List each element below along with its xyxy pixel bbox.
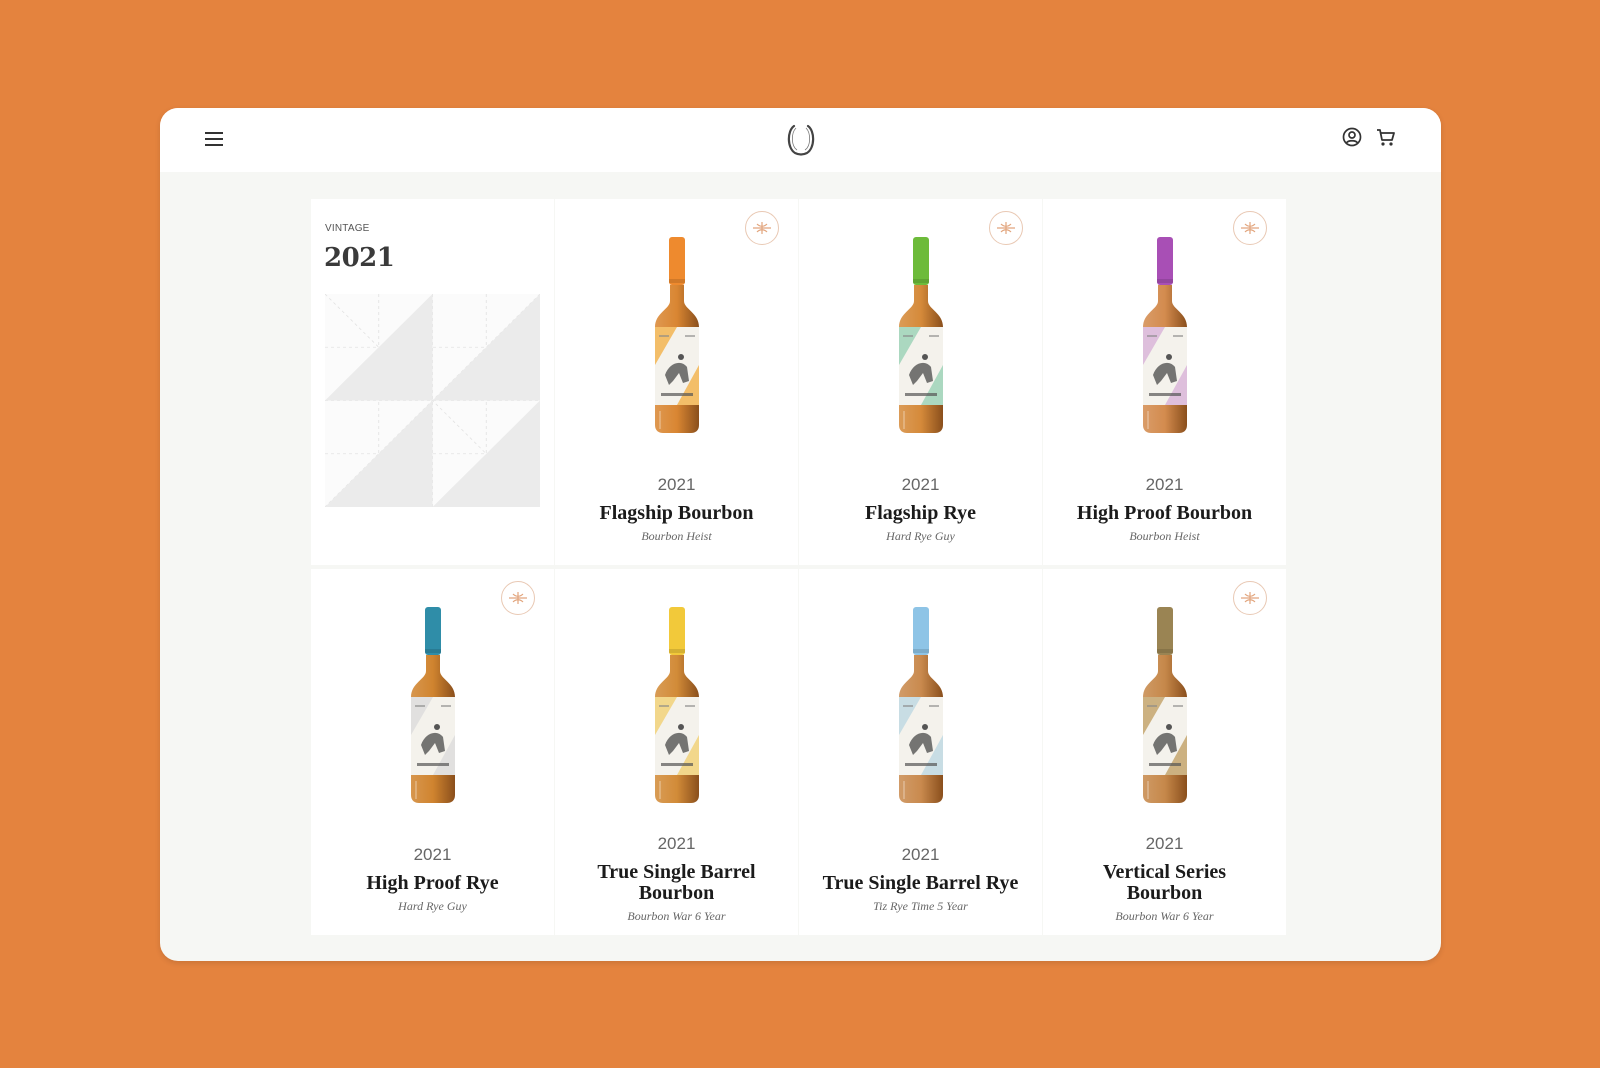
bottle-image <box>1142 607 1187 803</box>
product-card[interactable]: 2021 High Proof Bourbon Bourbon Heist <box>1043 199 1286 565</box>
product-subtitle: Bourbon War 6 Year <box>1115 909 1214 923</box>
product-card[interactable]: 2021 True Single Barrel Bourbon Bourbon … <box>555 569 798 935</box>
product-subtitle: Bourbon Heist <box>641 529 712 543</box>
geometric-pattern-graphic <box>325 294 540 507</box>
bottle-image <box>898 607 943 803</box>
product-name[interactable]: Flagship Bourbon <box>555 503 798 524</box>
product-subtitle: Hard Rye Guy <box>398 899 467 913</box>
product-meta: 2021 True Single Barrel Rye Tiz Rye Time… <box>799 845 1042 913</box>
product-year: 2021 <box>413 845 452 864</box>
product-subtitle: Bourbon Heist <box>1129 529 1200 543</box>
product-name[interactable]: High Proof Bourbon <box>1043 503 1286 524</box>
horseshoe-logo-icon[interactable] <box>785 122 817 156</box>
product-year: 2021 <box>657 475 696 494</box>
product-subtitle: Hard Rye Guy <box>886 529 955 543</box>
product-name[interactable]: Flagship Rye <box>799 503 1042 524</box>
product-name[interactable]: True Single Barrel Rye <box>799 873 1042 894</box>
product-year: 2021 <box>657 834 696 853</box>
product-name[interactable]: High Proof Rye <box>311 873 554 894</box>
shopping-cart-icon[interactable] <box>1374 125 1398 149</box>
browser-window: VINTAGE 2021 2021 Flagship Bourbon Bourb… <box>160 108 1441 961</box>
product-year: 2021 <box>1145 475 1184 494</box>
bottle-image <box>654 607 699 803</box>
vintage-intro-card: VINTAGE 2021 <box>311 199 554 565</box>
product-meta: 2021 Flagship Rye Hard Rye Guy <box>799 475 1042 543</box>
product-meta: 2021 High Proof Rye Hard Rye Guy <box>311 845 554 913</box>
product-year: 2021 <box>901 845 940 864</box>
top-nav-bar <box>160 108 1441 172</box>
bottle-image <box>654 237 699 433</box>
product-meta: 2021 True Single Barrel Bourbon Bourbon … <box>555 834 798 923</box>
product-meta: 2021 Vertical Series Bourbon Bourbon War… <box>1043 834 1286 923</box>
bottle-image <box>1142 237 1187 433</box>
product-card[interactable]: 2021 High Proof Rye Hard Rye Guy <box>311 569 554 935</box>
product-card[interactable]: 2021 Vertical Series Bourbon Bourbon War… <box>1043 569 1286 935</box>
bottle-image <box>410 607 455 803</box>
product-card[interactable]: 2021 Flagship Rye Hard Rye Guy <box>799 199 1042 565</box>
bottle-image <box>898 237 943 433</box>
product-name[interactable]: Vertical Series Bourbon <box>1043 862 1286 904</box>
product-card[interactable]: 2021 Flagship Bourbon Bourbon Heist <box>555 199 798 565</box>
product-subtitle: Tiz Rye Time 5 Year <box>873 899 968 913</box>
product-meta: 2021 High Proof Bourbon Bourbon Heist <box>1043 475 1286 543</box>
product-name[interactable]: True Single Barrel Bourbon <box>555 862 798 904</box>
product-year: 2021 <box>901 475 940 494</box>
user-circle-icon[interactable] <box>1340 125 1364 149</box>
vintage-year: 2021 <box>324 243 395 273</box>
vintage-eyebrow: VINTAGE <box>325 223 370 234</box>
product-grid: VINTAGE 2021 2021 Flagship Bourbon Bourb… <box>311 199 1289 961</box>
product-year: 2021 <box>1145 834 1184 853</box>
product-card[interactable]: 2021 True Single Barrel Rye Tiz Rye Time… <box>799 569 1042 935</box>
product-meta: 2021 Flagship Bourbon Bourbon Heist <box>555 475 798 543</box>
product-subtitle: Bourbon War 6 Year <box>627 909 726 923</box>
hamburger-menu-icon[interactable] <box>205 132 223 146</box>
